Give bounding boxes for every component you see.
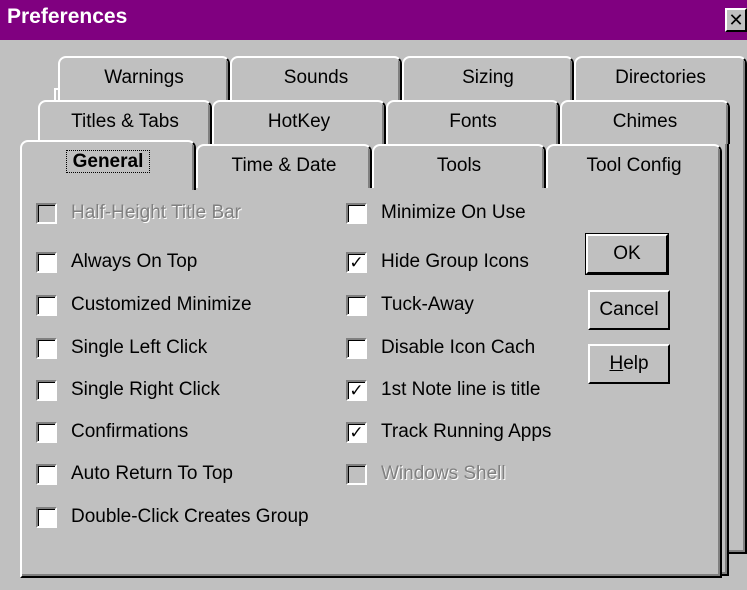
option-single-right-click[interactable]: Single Right Click xyxy=(36,377,220,403)
option-always-on-top[interactable]: Always On Top xyxy=(36,249,197,275)
tab-fonts[interactable]: Fonts xyxy=(386,100,560,144)
option-disable-icon-cache[interactable]: Disable Icon Cach xyxy=(346,335,535,361)
tab-time-and-date[interactable]: Time & Date xyxy=(196,144,372,188)
help-accelerator: H xyxy=(609,353,624,374)
ok-label: OK xyxy=(613,243,641,264)
option-confirmations[interactable]: Confirmations xyxy=(36,419,188,445)
tab-tools[interactable]: Tools xyxy=(372,144,546,188)
tab-warnings[interactable]: Warnings xyxy=(58,56,230,100)
checkbox[interactable] xyxy=(36,251,57,273)
checkbox[interactable]: ✓ xyxy=(346,379,367,401)
option-label: Auto Return To Top xyxy=(71,463,233,484)
option-label: Disable Icon Cach xyxy=(381,337,536,358)
check-icon: ✓ xyxy=(349,252,364,272)
tab-titles-and-tabs[interactable]: Titles & Tabs xyxy=(38,100,212,144)
option-label: Track Running Apps xyxy=(381,421,552,442)
checkbox[interactable] xyxy=(36,463,57,485)
checkbox[interactable]: ✓ xyxy=(346,421,367,443)
option-label: Tuck-Away xyxy=(381,294,474,315)
option-customized-minimize[interactable]: Customized Minimize xyxy=(36,292,252,318)
window-title: Preferences xyxy=(7,5,128,28)
checkbox[interactable]: ✓ xyxy=(346,251,367,273)
checkbox[interactable] xyxy=(36,506,57,528)
checkbox[interactable] xyxy=(36,379,57,401)
close-button[interactable]: ✕ xyxy=(725,8,747,32)
tab-sizing[interactable]: Sizing xyxy=(402,56,574,100)
checkbox[interactable] xyxy=(346,294,367,316)
option-label: Customized Minimize xyxy=(71,294,252,315)
option-hide-group-icons[interactable]: ✓ Hide Group Icons xyxy=(346,249,529,275)
option-label: Always On Top xyxy=(71,251,198,272)
check-icon: ✓ xyxy=(349,380,364,400)
option-label: Minimize On Use xyxy=(381,202,526,223)
option-label: Windows Shell xyxy=(381,463,506,484)
option-tuck-away[interactable]: Tuck-Away xyxy=(346,292,474,318)
option-single-left-click[interactable]: Single Left Click xyxy=(36,335,207,361)
option-label: Single Left Click xyxy=(71,337,208,358)
option-label: Confirmations xyxy=(71,421,189,442)
option-double-click-creates-group[interactable]: Double-Click Creates Group xyxy=(36,504,309,530)
ok-button[interactable]: OK xyxy=(585,233,669,275)
tab-sounds[interactable]: Sounds xyxy=(230,56,402,100)
checkbox[interactable] xyxy=(36,202,57,224)
tab-general[interactable]: General xyxy=(20,140,196,190)
title-bar: Preferences ✕ xyxy=(0,0,747,40)
option-label: Single Right Click xyxy=(71,379,220,400)
option-auto-return-to-top[interactable]: Auto Return To Top xyxy=(36,461,233,487)
checkbox[interactable] xyxy=(346,463,367,485)
option-track-running-apps[interactable]: ✓ Track Running Apps xyxy=(346,419,551,445)
cancel-label: Cancel xyxy=(599,299,659,320)
check-icon: ✓ xyxy=(349,422,364,442)
tab-chimes[interactable]: Chimes xyxy=(560,100,730,144)
option-half-height-title-bar[interactable]: Half-Height Title Bar xyxy=(36,200,241,226)
option-label: 1st Note line is title xyxy=(381,379,541,400)
option-label: Hide Group Icons xyxy=(381,251,529,272)
checkbox[interactable] xyxy=(36,337,57,359)
cancel-button[interactable]: Cancel xyxy=(588,290,670,330)
help-label: elp xyxy=(623,353,649,374)
close-icon: ✕ xyxy=(728,10,744,30)
option-minimize-on-use[interactable]: Minimize On Use xyxy=(346,200,526,226)
tab-directories[interactable]: Directories xyxy=(574,56,747,100)
option-label: Double-Click Creates Group xyxy=(71,506,309,527)
option-windows-shell[interactable]: Windows Shell xyxy=(346,461,506,487)
option-first-note-line-is-title[interactable]: ✓ 1st Note line is title xyxy=(346,377,540,403)
help-button[interactable]: Help xyxy=(588,344,670,384)
checkbox[interactable] xyxy=(346,202,367,224)
checkbox[interactable] xyxy=(36,421,57,443)
tab-hotkey[interactable]: HotKey xyxy=(212,100,386,144)
option-label: Half-Height Title Bar xyxy=(71,202,242,223)
checkbox[interactable] xyxy=(36,294,57,316)
checkbox[interactable] xyxy=(346,337,367,359)
tab-tool-config[interactable]: Tool Config xyxy=(546,144,722,188)
